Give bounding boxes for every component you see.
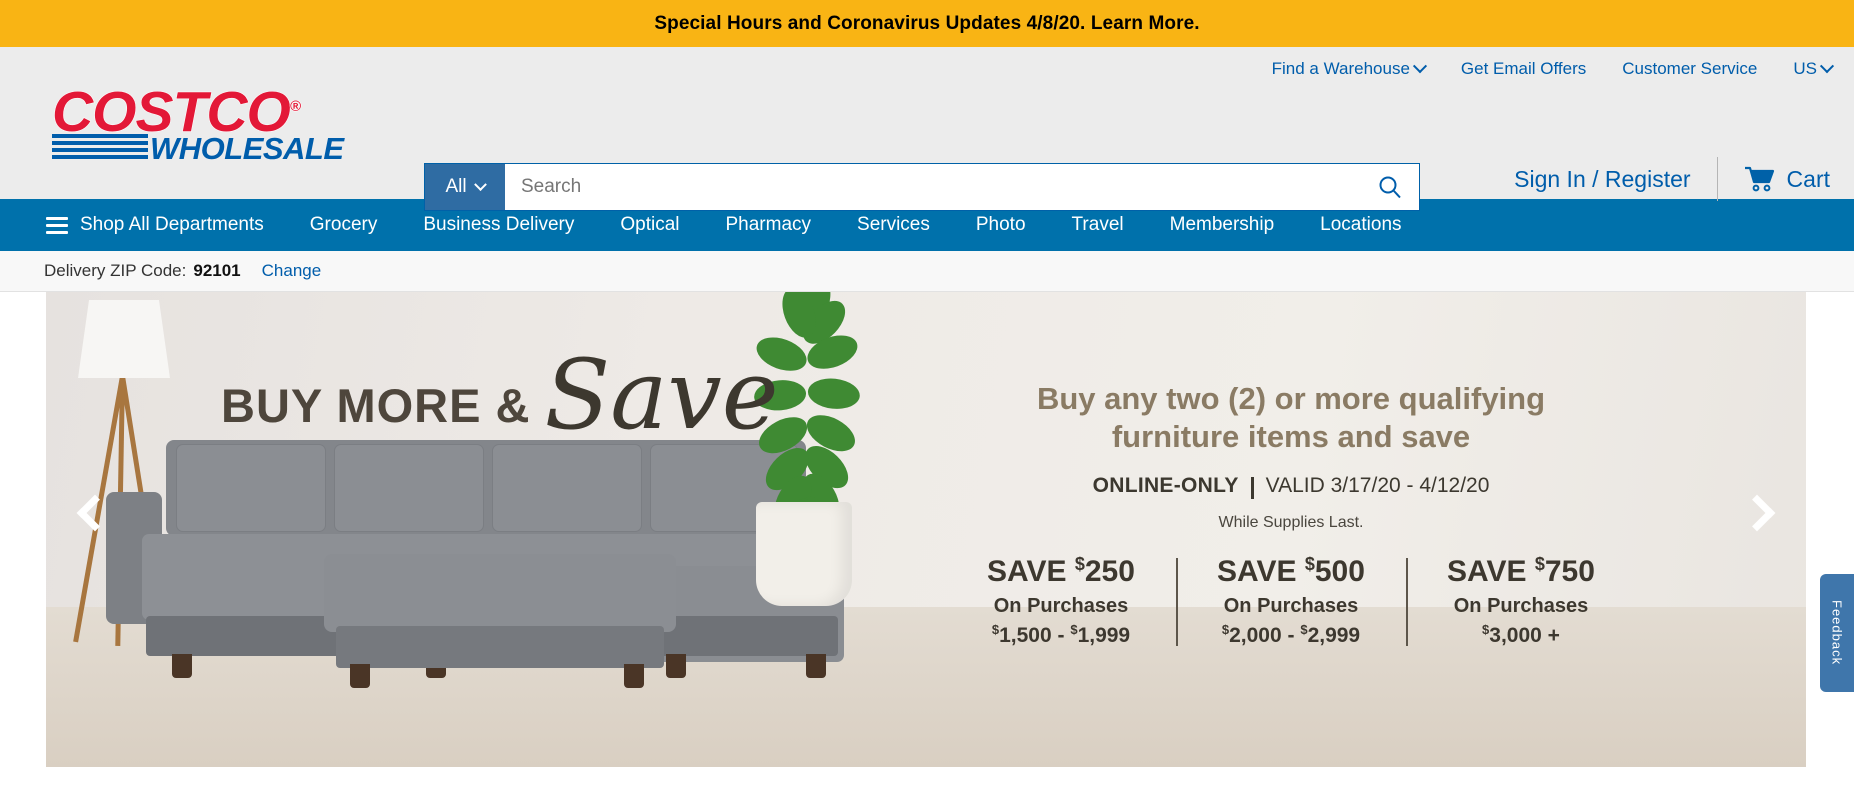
nav-item-grocery[interactable]: Grocery	[287, 199, 401, 251]
registered-trademark-icon: ®	[289, 98, 301, 116]
nav-item-label: Photo	[975, 214, 1026, 235]
change-zip-link[interactable]: Change	[262, 261, 322, 281]
tier-range: $3,000 +	[1482, 622, 1560, 647]
nav-item-label: Services	[857, 214, 930, 235]
cart-label: Cart	[1786, 165, 1830, 192]
tier-amount: 750	[1544, 555, 1595, 588]
cart-button[interactable]: Cart	[1718, 166, 1830, 193]
chevron-left-icon	[76, 494, 114, 532]
chevron-down-icon	[1819, 59, 1835, 74]
tier-save-word: SAVE	[1217, 555, 1297, 588]
hero-headline-script: Save	[544, 339, 779, 451]
tier-range-high: 1,999	[1077, 624, 1131, 647]
chevron-right-icon	[1738, 494, 1776, 532]
nav-item-label: Locations	[1320, 214, 1402, 235]
tier-range-low: 2,000	[1229, 624, 1282, 647]
logo-secondary-text: WHOLESALE	[150, 131, 344, 166]
tier-save-amount: SAVE $500	[1217, 554, 1365, 588]
shopping-cart-icon	[1744, 166, 1774, 192]
search-submit-button[interactable]	[1361, 164, 1419, 210]
utility-link-customer-service[interactable]: Customer Service	[1622, 59, 1757, 79]
nav-item-label: Shop All Departments	[80, 214, 264, 235]
promo-line-1: Buy any two (2) or more qualifying	[1036, 381, 1546, 416]
tier-range: $1,500 - $1,999	[991, 622, 1131, 647]
tier-subtitle: On Purchases	[1223, 595, 1359, 617]
promo-supplies-note: While Supplies Last.	[1218, 514, 1364, 531]
nav-item-label: Business Delivery	[423, 214, 575, 235]
savings-tier: SAVE $250 On Purchases $1,500 - $1,999	[946, 554, 1176, 648]
hero-headline: BUY MORE & Save	[221, 339, 779, 451]
sign-in-register-link[interactable]: Sign In / Register	[1514, 166, 1716, 193]
utility-link-label: US	[1793, 59, 1817, 78]
tier-range-separator: -	[1051, 624, 1071, 647]
search-icon	[1379, 176, 1401, 199]
alert-banner-text: Special Hours and Coronavirus Updates 4/…	[654, 12, 1200, 34]
utility-link-label: Get Email Offers	[1460, 59, 1587, 78]
promo-valid-dates: VALID 3/17/20 - 4/12/20	[1265, 474, 1490, 497]
feedback-tab[interactable]: Feedback	[1820, 574, 1854, 692]
promo-online-only: ONLINE-ONLY	[1092, 474, 1239, 497]
utility-link-country-selector[interactable]: US	[1793, 59, 1835, 79]
tier-save-amount: SAVE $750	[1447, 554, 1595, 588]
utility-link-find-a-warehouse[interactable]: Find a Warehouse	[1271, 59, 1427, 79]
tier-range-separator: -	[1281, 624, 1301, 647]
utility-links: Find a Warehouse Get Email Offers Custom…	[1271, 59, 1835, 79]
tier-save-amount: SAVE $250	[987, 554, 1135, 588]
search-bar: All	[424, 163, 1420, 211]
nav-item-label: Optical	[620, 214, 680, 235]
promo-line-2: furniture items and save	[1111, 419, 1471, 454]
chevron-down-icon	[473, 177, 487, 191]
nav-item-label: Grocery	[309, 214, 378, 235]
site-header: Find a Warehouse Get Email Offers Custom…	[0, 47, 1854, 211]
tier-save-word: SAVE	[987, 555, 1067, 588]
chevron-down-icon	[1412, 59, 1427, 74]
tier-range-high: 2,999	[1307, 624, 1361, 647]
utility-link-label: Find a Warehouse	[1271, 59, 1410, 78]
nav-item-label: Travel	[1071, 214, 1124, 235]
savings-tiers: SAVE $250 On Purchases $1,500 - $1,999 S…	[946, 554, 1636, 648]
hero-headline-block: BUY MORE &	[221, 379, 531, 432]
tier-amount: 250	[1084, 555, 1135, 588]
delivery-zip-label: Delivery ZIP Code:	[44, 261, 187, 280]
hero-carousel: BUY MORE & Save Buy any two (2) or more …	[0, 292, 1854, 767]
coronavirus-alert-banner[interactable]: Special Hours and Coronavirus Updates 4/…	[0, 0, 1854, 47]
promo-separator	[1250, 477, 1254, 499]
carousel-prev-button[interactable]	[72, 484, 118, 542]
search-scope-label: All	[445, 176, 467, 197]
hamburger-icon	[46, 216, 68, 234]
delivery-zip-bar: Delivery ZIP Code: 92101 Change	[0, 251, 1854, 292]
tier-amount: 500	[1314, 555, 1365, 588]
tier-range-low: 3,000	[1489, 624, 1542, 647]
nav-item-label: Membership	[1169, 214, 1275, 235]
logo-stripes-icon	[52, 134, 148, 159]
nav-item-shop-all-departments[interactable]: Shop All Departments	[46, 199, 287, 251]
nav-item-label: Pharmacy	[725, 214, 812, 235]
tier-save-word: SAVE	[1447, 555, 1527, 588]
delivery-zip-value: 92101	[193, 261, 241, 280]
hero-slide-furniture-promo[interactable]: BUY MORE & Save Buy any two (2) or more …	[46, 292, 1806, 767]
carousel-next-button[interactable]	[1734, 484, 1780, 542]
tier-range-low: 1,500	[999, 624, 1052, 647]
search-scope-dropdown[interactable]: All	[425, 164, 505, 210]
tier-subtitle: On Purchases	[1453, 595, 1589, 617]
search-input[interactable]	[505, 164, 1361, 210]
tier-subtitle: On Purchases	[993, 595, 1129, 617]
savings-tier: SAVE $750 On Purchases $3,000 +	[1406, 554, 1636, 648]
costco-logo[interactable]: COSTCO® WHOLESALE	[52, 79, 382, 164]
savings-tier: SAVE $500 On Purchases $2,000 - $2,999	[1176, 554, 1406, 648]
logo-bottom-row: WHOLESALE	[52, 131, 382, 166]
account-area: Sign In / Register Cart	[1514, 157, 1830, 201]
tier-range: $2,000 - $2,999	[1221, 622, 1361, 647]
hero-promo-text: Buy any two (2) or more qualifying furni…	[926, 380, 1656, 532]
utility-link-label: Customer Service	[1622, 59, 1758, 78]
tier-range-separator: +	[1541, 624, 1560, 647]
utility-link-get-email-offers[interactable]: Get Email Offers	[1461, 59, 1586, 79]
promo-validity: ONLINE-ONLY VALID 3/17/20 - 4/12/20	[926, 474, 1656, 499]
ottoman-image	[324, 554, 676, 694]
